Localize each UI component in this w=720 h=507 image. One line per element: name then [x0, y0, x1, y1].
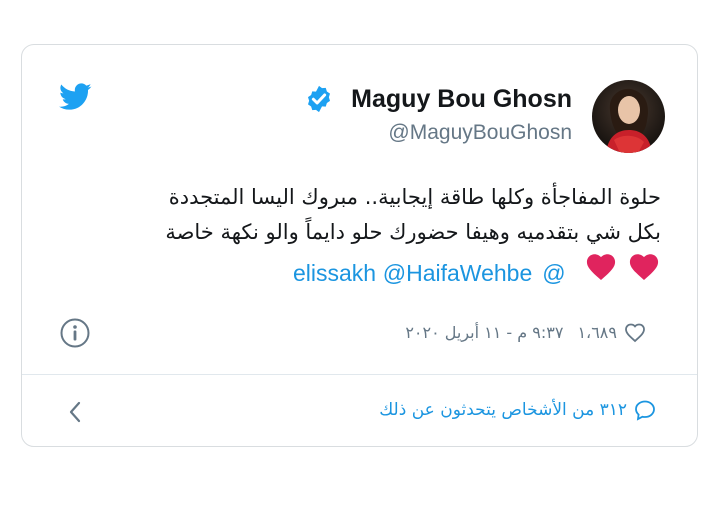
heart-emoji-icon: [587, 254, 616, 281]
comment-bubble-icon: [635, 400, 655, 421]
like-heart-icon[interactable]: [623, 321, 647, 343]
like-count: ١،٦٨٩: [577, 322, 617, 342]
avatar[interactable]: [592, 80, 665, 153]
author-handle[interactable]: @MaguyBouGhosn: [388, 121, 572, 145]
heart-emoji-icon: [629, 254, 659, 281]
mention-link[interactable]: @HaifaWehbe: [383, 260, 533, 286]
tweet-line: حلوة المفاجأة وكلها طاقة إيجابية.. مبروك…: [168, 185, 661, 209]
verified-badge-icon: [308, 85, 330, 113]
twitter-logo-icon[interactable]: [59, 83, 92, 111]
tweet-meta: ٩:٣٧ م - ١١ أبريل ٢٠٢٠ ١،٦٨٩: [405, 321, 647, 343]
tweet-card[interactable]: Maguy Bou Ghosn @MaguyBouGhosn حلوة المف…: [21, 44, 698, 447]
timestamp[interactable]: ٩:٣٧ م - ١١ أبريل ٢٠٢٠: [405, 323, 563, 342]
people-talking-text[interactable]: ٣١٢ من الأشخاص يتحدثون عن ذلك: [379, 400, 627, 420]
avatar-image: [592, 80, 665, 153]
mentions-line: @elissakh @HaifaWehbe: [71, 250, 661, 292]
tweet-text: حلوة المفاجأة وكلها طاقة إيجابية.. مبروك…: [71, 180, 661, 292]
info-icon[interactable]: [59, 317, 91, 349]
divider: [22, 374, 697, 375]
people-talking-link[interactable]: ٣١٢ من الأشخاص يتحدثون عن ذلك: [379, 398, 657, 422]
chevron-left-icon[interactable]: [66, 399, 86, 425]
author-name[interactable]: Maguy Bou Ghosn: [351, 85, 572, 114]
tweet-line: بكل شي بتقدميه وهيفا حضورك حلو دايماً وا…: [165, 220, 661, 244]
